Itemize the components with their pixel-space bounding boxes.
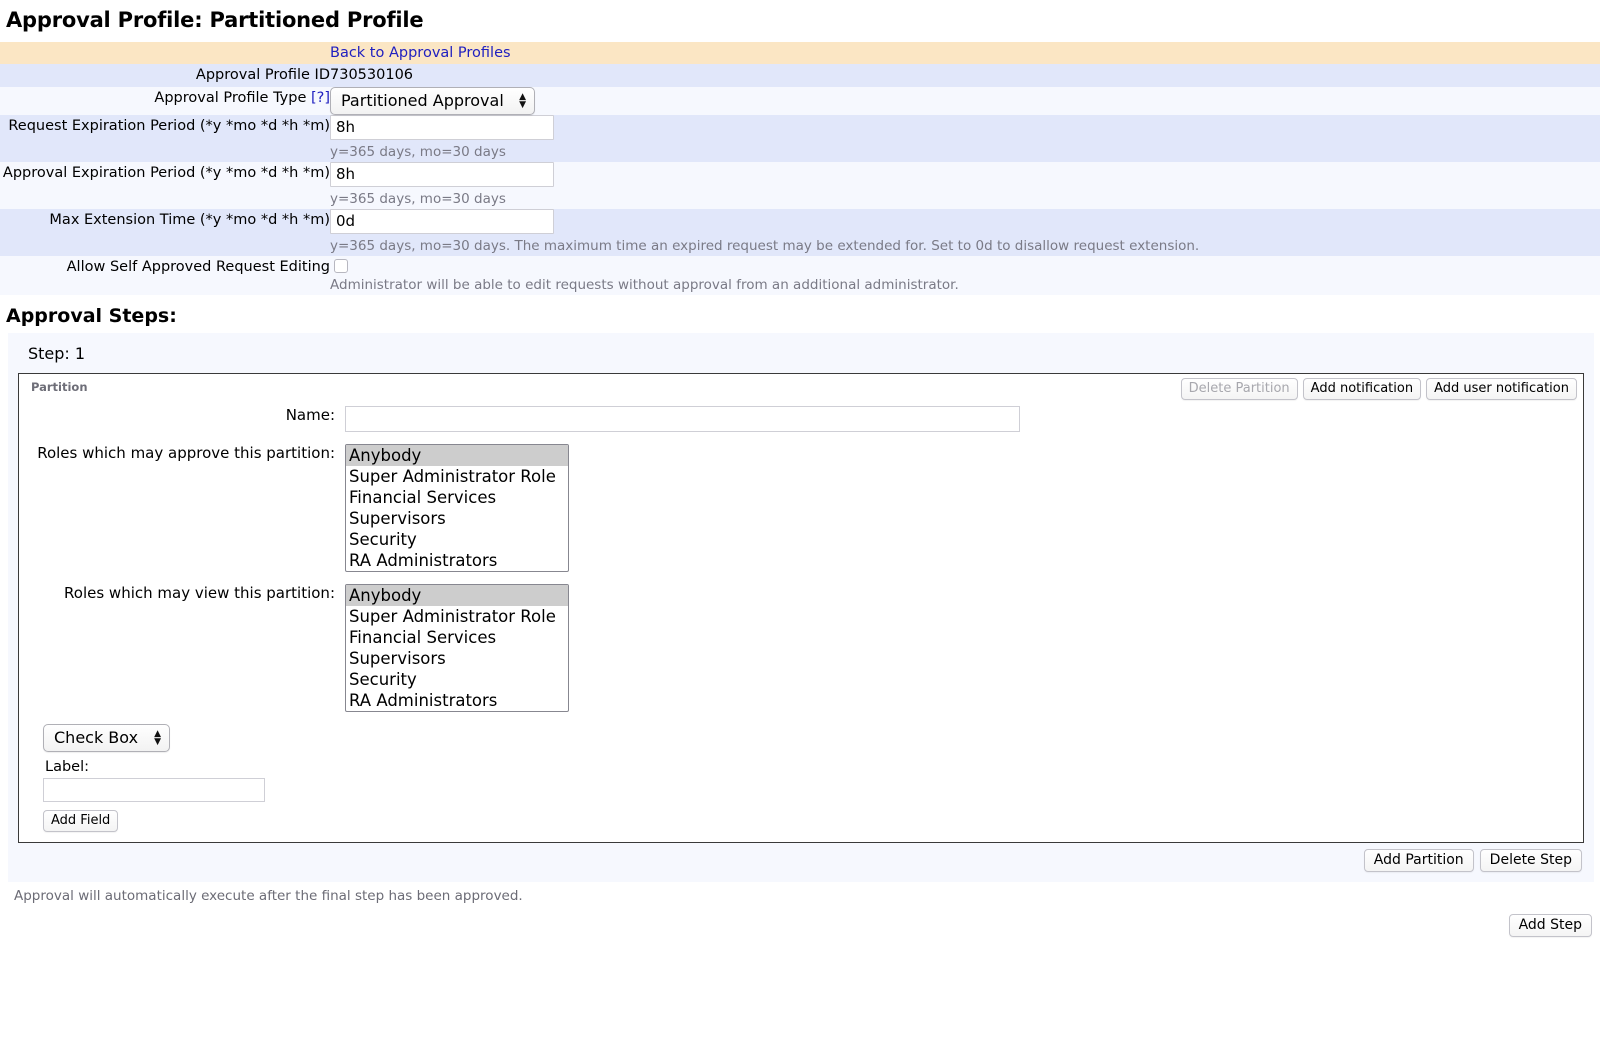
back-link-row: Back to Approval Profiles: [0, 42, 1600, 64]
approval-profile-table: Back to Approval Profiles Approval Profi…: [0, 42, 1600, 295]
partition-buttons: Delete Partition Add notification Add us…: [1181, 378, 1577, 400]
profile-type-label-text: Approval Profile Type: [154, 90, 306, 106]
approval-expiration-cell: y=365 days, mo=30 days: [330, 162, 1600, 209]
request-expiration-input[interactable]: [330, 115, 554, 140]
profile-type-select-wrap: Partitioned Approval ▲▼: [330, 87, 535, 115]
self-approve-hint: Administrator will be able to edit reque…: [330, 273, 1600, 295]
add-user-notification-button[interactable]: Add user notification: [1426, 378, 1577, 400]
step-footer-buttons: Add Partition Delete Step: [18, 843, 1584, 874]
role-option[interactable]: Security: [346, 529, 568, 550]
add-field-button[interactable]: Add Field: [43, 810, 118, 832]
view-roles-row: Roles which may view this partition: Any…: [25, 584, 1577, 712]
auto-execute-note: Approval will automatically execute afte…: [0, 882, 1600, 904]
page-title: Approval Profile: Partitioned Profile: [6, 8, 1600, 32]
self-approve-label: Allow Self Approved Request Editing: [0, 256, 330, 295]
approve-roles-row: Roles which may approve this partition: …: [25, 444, 1577, 572]
role-option[interactable]: Anybody: [346, 445, 568, 466]
request-expiration-row: Request Expiration Period (*y *mo *d *h …: [0, 115, 1600, 162]
role-option[interactable]: Security: [346, 669, 568, 690]
max-extension-cell: y=365 days, mo=30 days. The maximum time…: [330, 209, 1600, 256]
field-type-select-wrap: Check Box ▲▼: [43, 724, 170, 752]
partition-box: Partition Delete Partition Add notificat…: [18, 373, 1584, 843]
role-option[interactable]: RA Administrators: [346, 690, 568, 711]
profile-type-row: Approval Profile Type [?] Partitioned Ap…: [0, 87, 1600, 115]
approval-expiration-input[interactable]: [330, 162, 554, 187]
profile-id-label: Approval Profile ID: [0, 64, 330, 86]
field-type-select[interactable]: Check Box: [43, 724, 170, 752]
add-partition-button[interactable]: Add Partition: [1364, 849, 1474, 872]
role-option[interactable]: Supervisors: [346, 508, 568, 529]
approve-roles-label: Roles which may approve this partition:: [25, 444, 345, 464]
partition-name-input[interactable]: [345, 406, 1020, 432]
add-field-area: Check Box ▲▼ Label: Add Field: [25, 712, 1577, 832]
delete-step-button[interactable]: Delete Step: [1480, 849, 1582, 872]
approval-expiration-label: Approval Expiration Period (*y *mo *d *h…: [0, 162, 330, 209]
role-option[interactable]: RA Administrators: [346, 550, 568, 571]
step-label: Step: 1: [18, 341, 1584, 373]
step-container: Step: 1 Partition Delete Partition Add n…: [8, 333, 1594, 882]
field-label-caption: Label:: [45, 759, 1577, 775]
role-option[interactable]: Super Administrator Role: [346, 606, 568, 627]
back-link-cell: Back to Approval Profiles: [330, 42, 1600, 64]
approval-expiration-hint: y=365 days, mo=30 days: [330, 187, 1600, 209]
profile-id-row: Approval Profile ID 730530106: [0, 64, 1600, 86]
role-option[interactable]: Supervisors: [346, 648, 568, 669]
approval-steps-heading: Approval Steps:: [6, 305, 1600, 327]
view-roles-listbox[interactable]: AnybodySuper Administrator RoleFinancial…: [345, 584, 569, 712]
add-notification-button[interactable]: Add notification: [1303, 378, 1421, 400]
request-expiration-hint: y=365 days, mo=30 days: [330, 140, 1600, 162]
partition-name-row: Name:: [25, 406, 1577, 432]
partition-name-label: Name:: [25, 406, 345, 426]
page-footer: Add Step: [0, 904, 1600, 937]
field-label-input[interactable]: [43, 778, 265, 802]
max-extension-hint: y=365 days, mo=30 days. The maximum time…: [330, 234, 1600, 256]
help-icon[interactable]: [?]: [311, 90, 330, 106]
add-step-button[interactable]: Add Step: [1509, 914, 1592, 937]
role-option[interactable]: Financial Services: [346, 487, 568, 508]
add-field-wrap: Add Field: [43, 810, 1577, 832]
max-extension-row: Max Extension Time (*y *mo *d *h *m) y=3…: [0, 209, 1600, 256]
request-expiration-label: Request Expiration Period (*y *mo *d *h …: [0, 115, 330, 162]
self-approve-checkbox[interactable]: [334, 259, 348, 273]
profile-type-cell: Partitioned Approval ▲▼: [330, 87, 1600, 115]
profile-type-label: Approval Profile Type [?]: [0, 87, 330, 115]
profile-id-value: 730530106: [330, 64, 1600, 86]
approve-roles-listbox[interactable]: AnybodySuper Administrator RoleFinancial…: [345, 444, 569, 572]
max-extension-label: Max Extension Time (*y *mo *d *h *m): [0, 209, 330, 256]
self-approve-row: Allow Self Approved Request Editing Admi…: [0, 256, 1600, 295]
delete-partition-button[interactable]: Delete Partition: [1181, 378, 1298, 400]
role-option[interactable]: Anybody: [346, 585, 568, 606]
max-extension-input[interactable]: [330, 209, 554, 234]
self-approve-cell: Administrator will be able to edit reque…: [330, 256, 1600, 295]
profile-type-select[interactable]: Partitioned Approval: [330, 87, 535, 115]
role-option[interactable]: Financial Services: [346, 627, 568, 648]
role-option[interactable]: Super Administrator Role: [346, 466, 568, 487]
back-to-approval-profiles-link[interactable]: Back to Approval Profiles: [330, 45, 511, 61]
request-expiration-cell: y=365 days, mo=30 days: [330, 115, 1600, 162]
back-link-spacer: [0, 42, 330, 64]
approval-expiration-row: Approval Expiration Period (*y *mo *d *h…: [0, 162, 1600, 209]
view-roles-label: Roles which may view this partition:: [25, 584, 345, 604]
